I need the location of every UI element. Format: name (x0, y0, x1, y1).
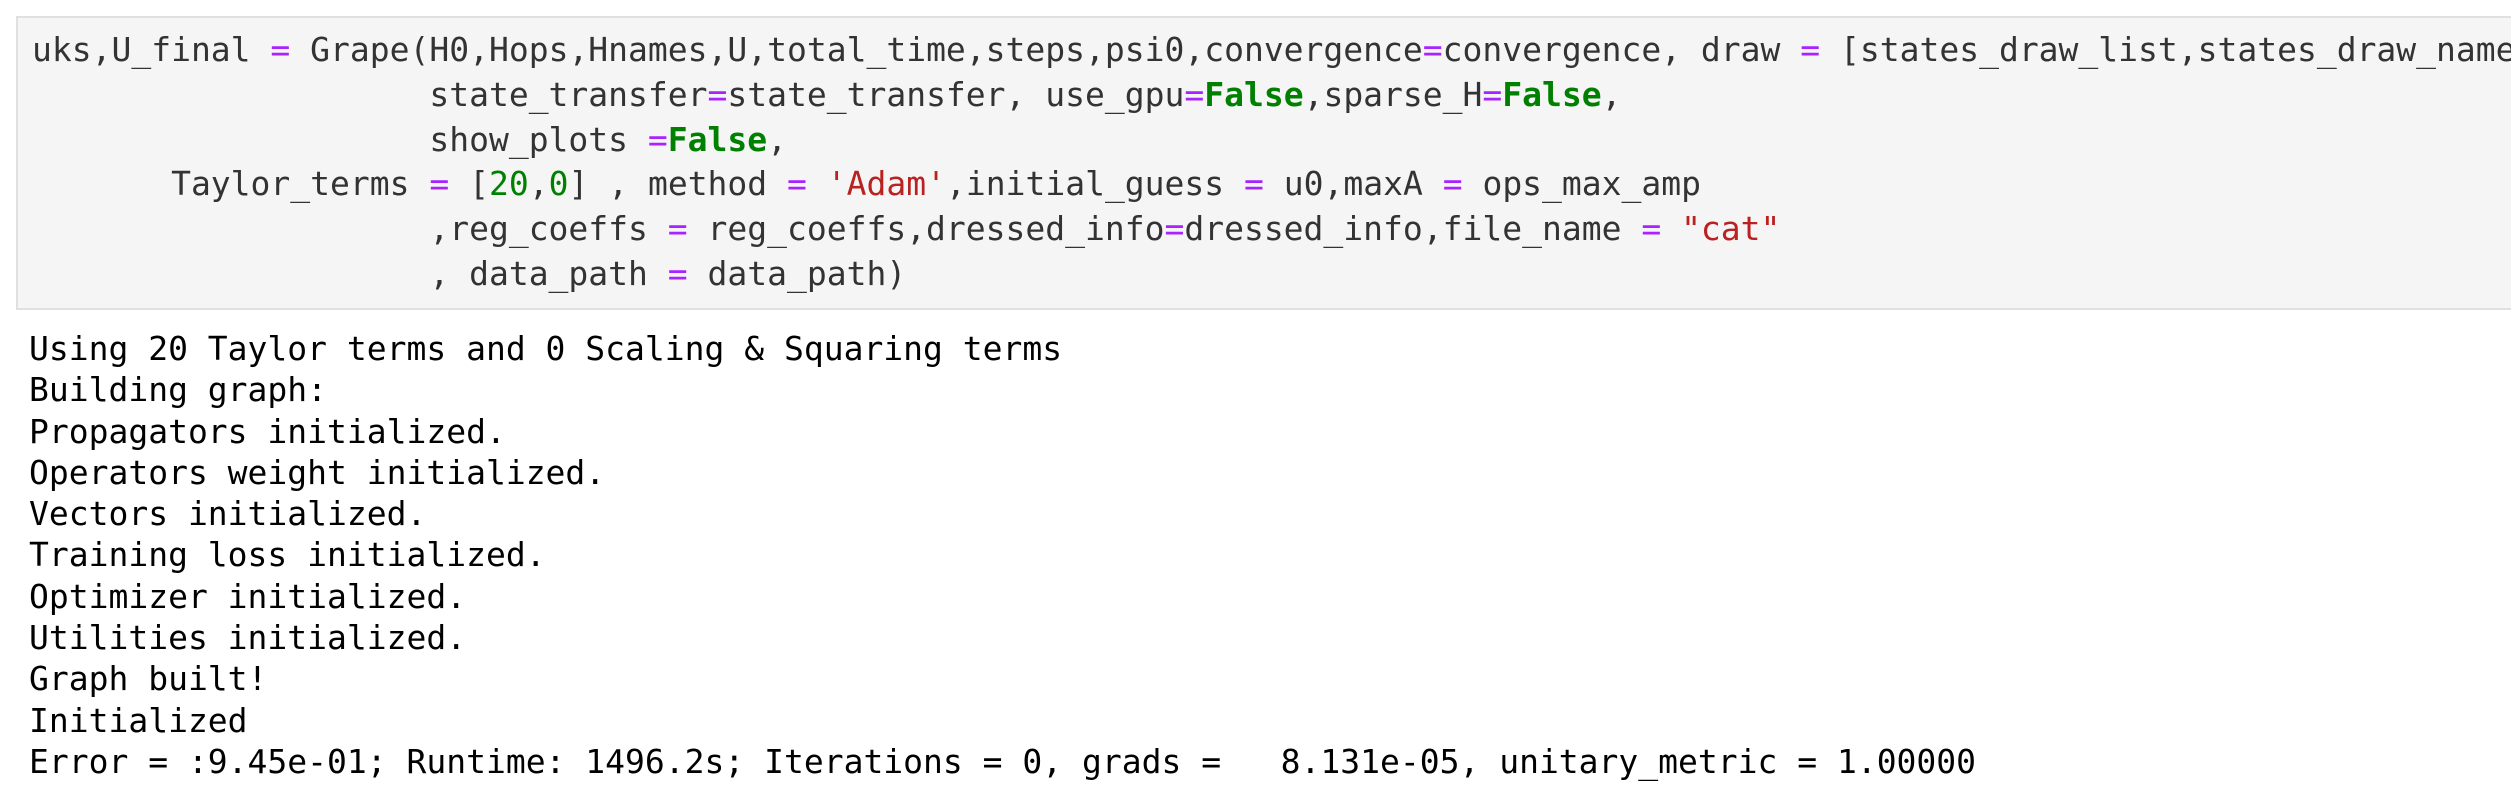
cell-output: Using 20 Taylor terms and 0 Scaling & Sq… (29, 328, 1976, 782)
operator-token: = (707, 74, 728, 114)
number-token: 20 (488, 164, 529, 204)
operator-token: = (270, 30, 291, 69)
code-token: Taylor_terms (32, 164, 430, 204)
output-line: Optimizer initialized. (29, 576, 467, 616)
code-editor[interactable]: uks,U_final = Grape(H0,Hops,Hnames,U,tot… (32, 28, 2511, 297)
code-line: show_plots =False, (32, 120, 787, 159)
code-line: ,reg_coeffs = reg_coeffs,dressed_info=dr… (32, 209, 1780, 248)
operator-token: = (429, 164, 450, 204)
operator-token: = (667, 253, 688, 293)
output-line: Propagators initialized. (29, 411, 506, 451)
output-line: Using 20 Taylor terms and 0 Scaling & Sq… (29, 329, 1063, 368)
code-token: ops_max_amp (1462, 164, 1701, 204)
output-line: Building graph: (29, 370, 328, 410)
operator-token: = (1184, 74, 1205, 114)
code-token: show_plots (32, 119, 648, 159)
operator-token: = (667, 209, 688, 249)
output-line: Graph built! (29, 659, 268, 699)
operator-token: = (1164, 209, 1185, 249)
code-token: ] , method (568, 164, 788, 204)
output-line: Initialized (29, 700, 248, 740)
output-line: Error = :9.45e-01; Runtime: 1496.2s; Ite… (29, 741, 1977, 781)
operator-token: = (1422, 30, 1443, 69)
code-line: uks,U_final = Grape(H0,Hops,Hnames,U,tot… (32, 30, 2511, 69)
code-token: , (1601, 74, 1622, 114)
code-token: , (767, 119, 787, 159)
code-token: ,sparse_H (1303, 74, 1483, 114)
code-token: state_transfer, use_gpu (727, 74, 1185, 114)
code-token: uks,U_final (32, 30, 271, 69)
code-line: state_transfer=state_transfer, use_gpu=F… (32, 75, 1621, 114)
operator-token: = (1442, 164, 1463, 204)
code-token: , (528, 164, 549, 204)
string-token: "cat" (1681, 209, 1781, 249)
operator-token: = (1800, 30, 1821, 69)
operator-token: = (787, 164, 807, 204)
code-token: state_transfer (32, 74, 708, 114)
string-token: 'Adam' (826, 164, 946, 204)
output-line: Training loss initialized. (29, 535, 546, 575)
keyword-token: False (1204, 74, 1304, 114)
code-line: , data_path = data_path) (32, 254, 906, 293)
code-token: dressed_info,file_name (1184, 209, 1642, 249)
code-token: convergence, draw (1442, 30, 1801, 69)
code-token: data_path) (687, 253, 907, 293)
code-token: Grape(H0,Hops,Hnames,U,total_time,steps,… (290, 30, 1423, 69)
output-line: Vectors initialized. (29, 494, 427, 534)
output-line: Utilities initialized. (29, 618, 467, 658)
operator-token: = (1244, 164, 1264, 204)
output-line: Operators weight initialized. (29, 452, 606, 492)
operator-token: = (1641, 209, 1662, 249)
code-token: [ (449, 164, 489, 204)
keyword-token: False (667, 119, 768, 159)
number-token: 0 (548, 164, 569, 204)
operator-token: = (647, 119, 668, 159)
code-token: u0,maxA (1263, 164, 1443, 204)
code-token: [states_draw_list,states_draw_names], (1820, 30, 2511, 69)
code-token: reg_coeffs,dressed_info (687, 209, 1165, 249)
code-line: Taylor_terms = [20,0] , method = 'Adam',… (32, 164, 1701, 203)
code-input-cell[interactable]: uks,U_final = Grape(H0,Hops,Hnames,U,tot… (16, 16, 2511, 310)
code-token: ,initial_guess (946, 164, 1245, 204)
code-token: , data_path (32, 253, 668, 293)
code-token: ,reg_coeffs (32, 209, 668, 249)
operator-token: = (1482, 74, 1503, 114)
keyword-token: False (1502, 74, 1602, 114)
